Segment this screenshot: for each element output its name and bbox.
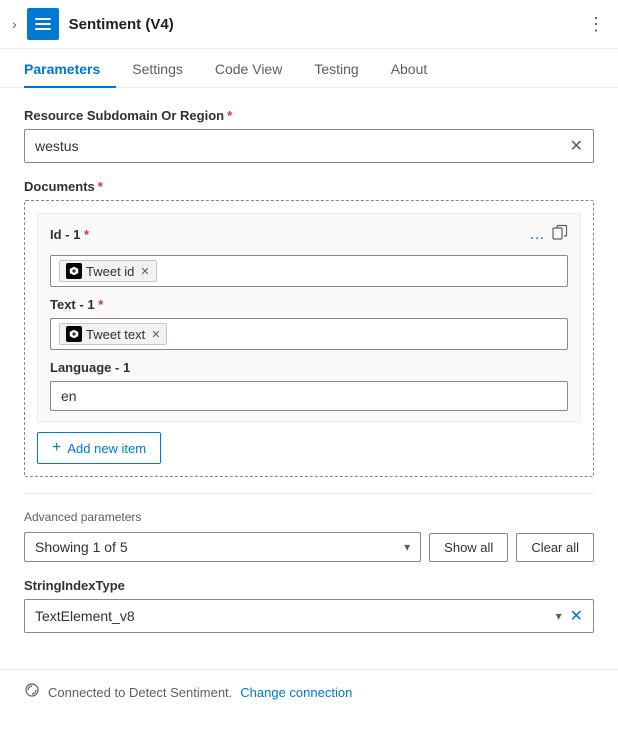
- more-options-icon[interactable]: ⋮: [587, 14, 606, 35]
- showing-dropdown[interactable]: Showing 1 of 5 ▾: [24, 532, 421, 562]
- resource-required: *: [227, 108, 232, 123]
- documents-label: Documents *: [24, 179, 594, 194]
- footer: Connected to Detect Sentiment. Change co…: [0, 669, 618, 715]
- text-tag-label: Tweet text: [86, 327, 145, 342]
- document-item: Id - 1 * …: [37, 213, 581, 422]
- tab-code-view[interactable]: Code View: [199, 49, 298, 87]
- language-input-wrapper[interactable]: [50, 381, 568, 411]
- id-label: Id - 1 *: [50, 227, 89, 242]
- text-tag-remove[interactable]: ✕: [151, 328, 160, 341]
- string-index-clear-icon[interactable]: ✕: [570, 606, 583, 626]
- add-item-label: Add new item: [67, 441, 146, 456]
- content-area: Resource Subdomain Or Region * ✕ Documen…: [0, 88, 618, 669]
- language-input[interactable]: [61, 388, 557, 404]
- advanced-row: Showing 1 of 5 ▾ Show all Clear all: [24, 532, 594, 562]
- item-more-icon[interactable]: …: [529, 226, 546, 244]
- showing-chevron-icon: ▾: [404, 540, 410, 554]
- tab-testing[interactable]: Testing: [298, 49, 374, 87]
- text-tag-icon: [66, 326, 82, 342]
- string-index-label: StringIndexType: [24, 578, 594, 593]
- id-tag-label: Tweet id: [86, 264, 134, 279]
- language-label: Language - 1: [50, 360, 568, 375]
- connection-text: Connected to Detect Sentiment.: [48, 685, 232, 700]
- header: › Sentiment (V4) ⋮: [0, 0, 618, 49]
- divider: [24, 493, 594, 494]
- tab-parameters[interactable]: Parameters: [24, 49, 116, 87]
- item-actions: …: [529, 224, 568, 245]
- copy-icon[interactable]: [552, 224, 568, 245]
- id-tag-input[interactable]: Tweet id ✕: [50, 255, 568, 287]
- connection-icon: [24, 682, 40, 703]
- back-chevron-icon[interactable]: ›: [12, 16, 17, 32]
- change-connection-link[interactable]: Change connection: [240, 685, 352, 700]
- text-tag-input[interactable]: Tweet text ✕: [50, 318, 568, 350]
- resource-input-wrapper[interactable]: ✕: [24, 129, 594, 163]
- string-index-dropdown[interactable]: TextElement_v8 ▾ ✕: [24, 599, 594, 633]
- tag-icon: [66, 263, 82, 279]
- tab-about[interactable]: About: [375, 49, 444, 87]
- tab-bar: Parameters Settings Code View Testing Ab…: [0, 49, 618, 88]
- id-tag: Tweet id ✕: [59, 260, 157, 282]
- show-all-button[interactable]: Show all: [429, 533, 508, 562]
- clear-resource-icon[interactable]: ✕: [570, 136, 583, 156]
- id-tag-remove[interactable]: ✕: [140, 265, 149, 278]
- resource-label: Resource Subdomain Or Region *: [24, 108, 594, 123]
- hamburger-icon: [35, 18, 51, 30]
- tab-settings[interactable]: Settings: [116, 49, 199, 87]
- documents-required: *: [98, 179, 103, 194]
- add-item-button[interactable]: + Add new item: [37, 432, 161, 464]
- resource-input[interactable]: [35, 138, 570, 154]
- string-index-value: TextElement_v8: [35, 608, 556, 624]
- text-label: Text - 1 *: [50, 297, 568, 312]
- documents-box: Id - 1 * …: [24, 200, 594, 477]
- plus-icon: +: [52, 439, 61, 457]
- page-title: Sentiment (V4): [69, 16, 577, 33]
- showing-value: Showing 1 of 5: [35, 539, 404, 555]
- item-header: Id - 1 * …: [50, 224, 568, 245]
- clear-all-button[interactable]: Clear all: [516, 533, 594, 562]
- text-tag: Tweet text ✕: [59, 323, 167, 345]
- app-icon: [27, 8, 59, 40]
- string-index-chevron-icon: ▾: [556, 609, 562, 623]
- advanced-label: Advanced parameters: [24, 510, 594, 524]
